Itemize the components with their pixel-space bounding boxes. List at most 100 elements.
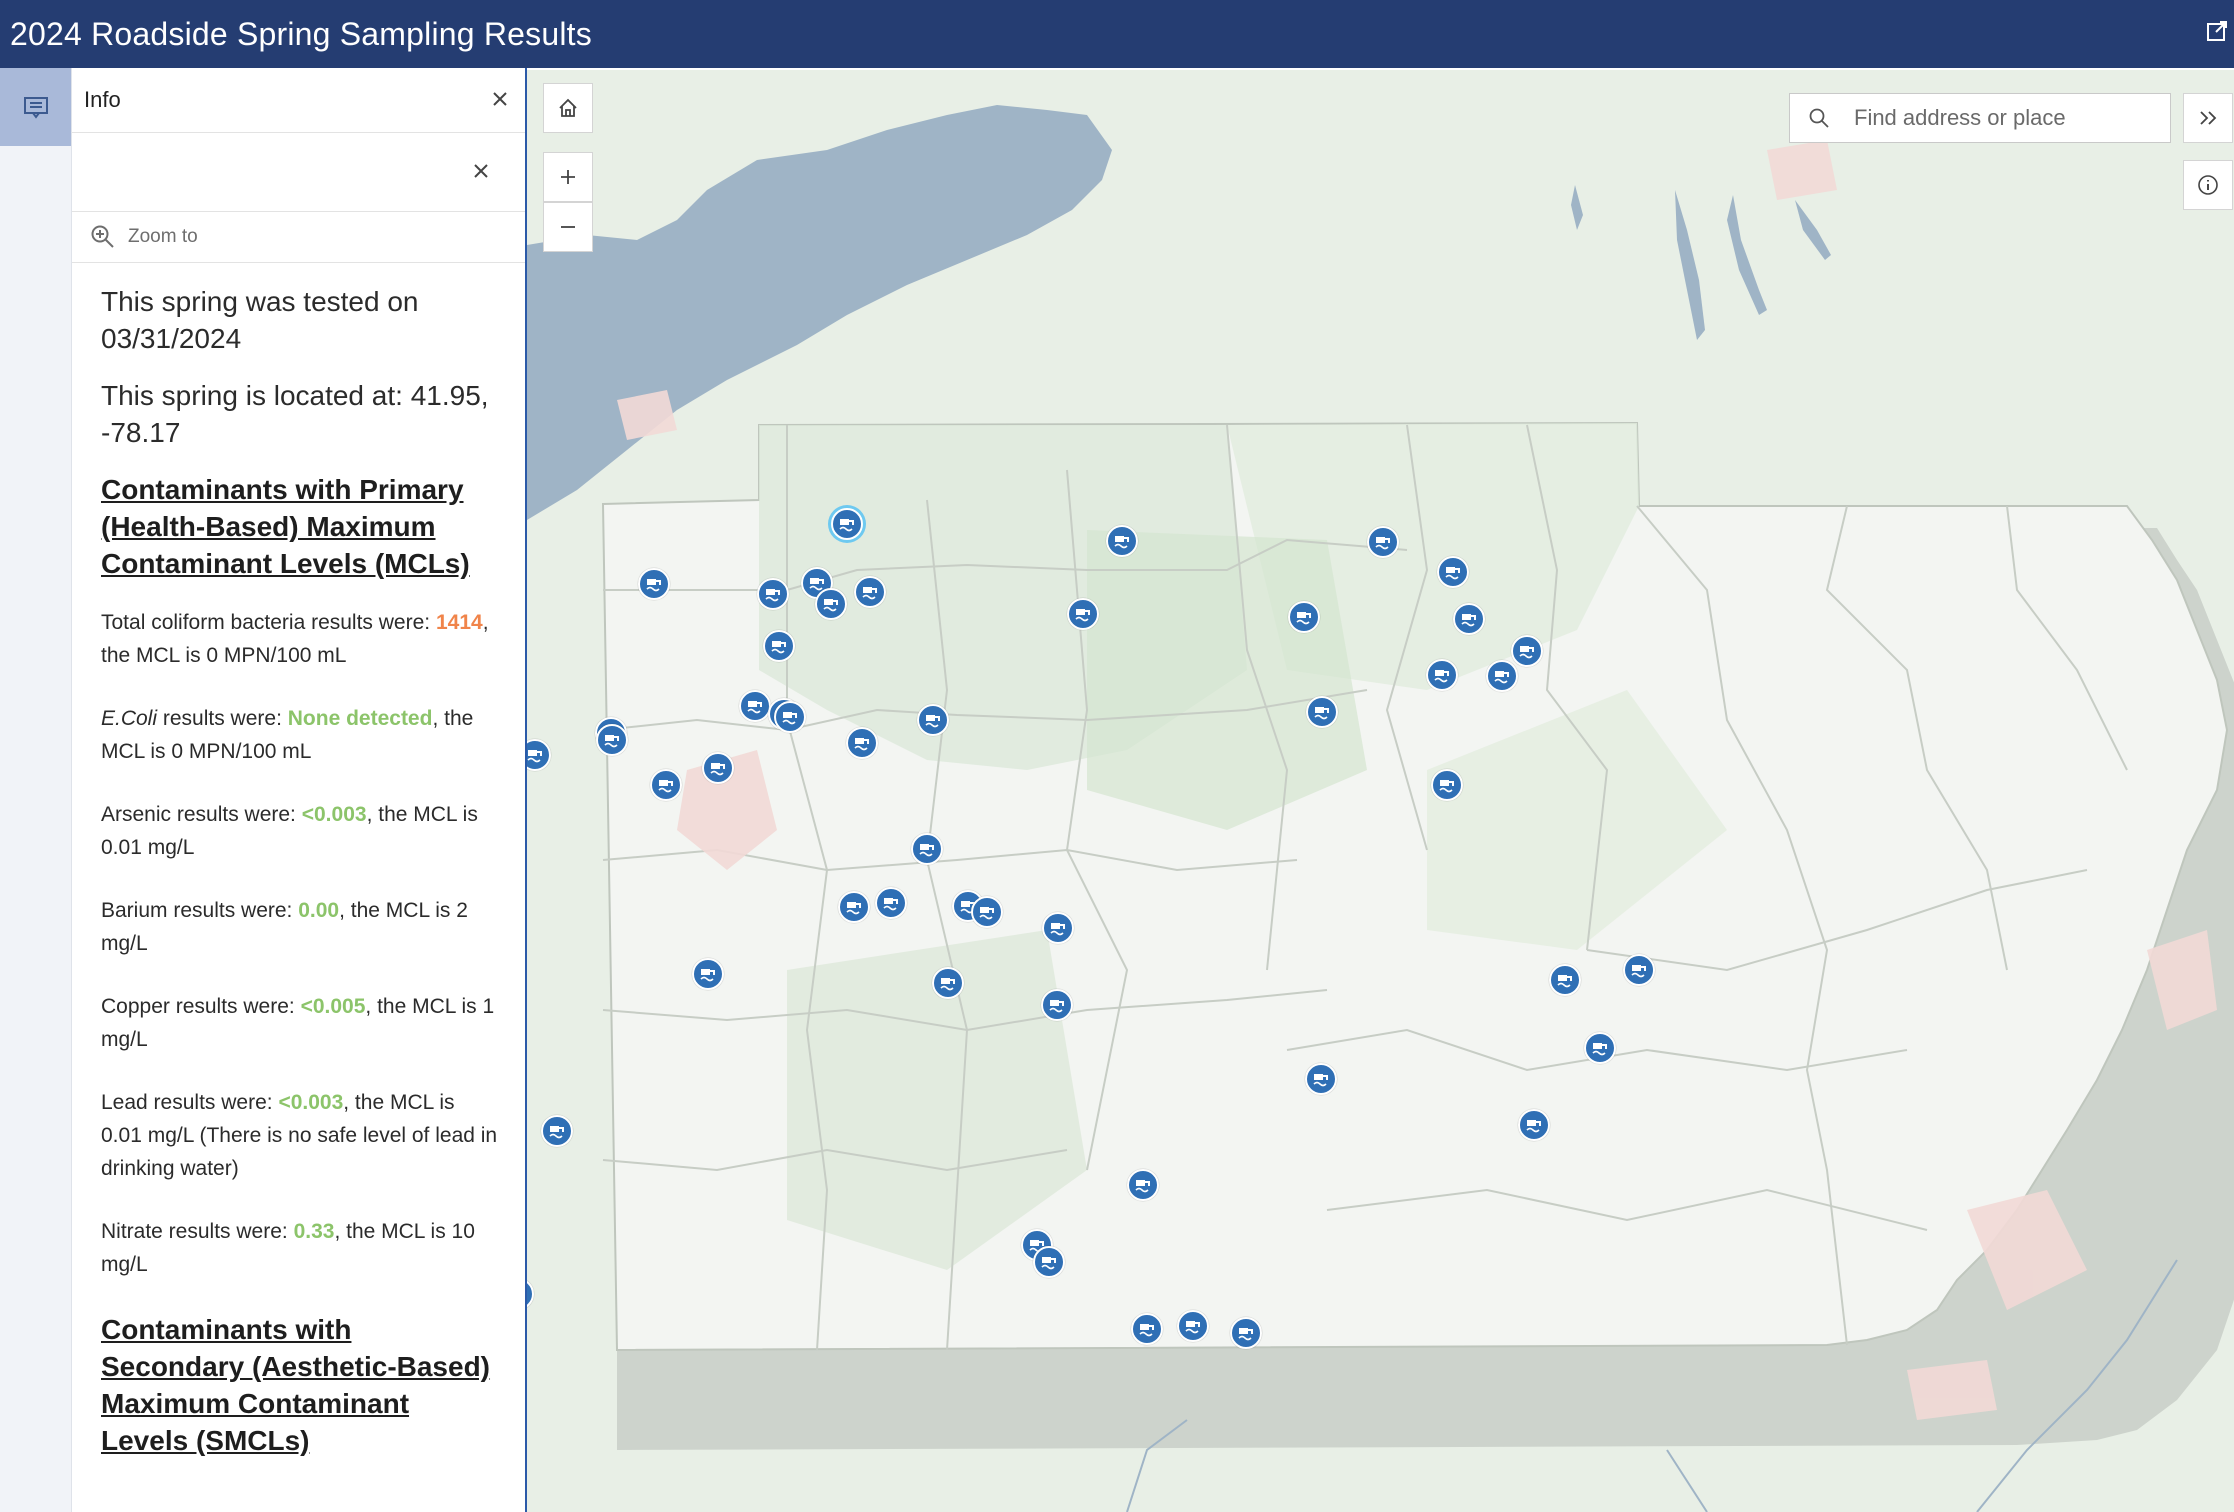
share-icon[interactable] bbox=[2204, 18, 2230, 44]
spring-marker-icon bbox=[979, 907, 994, 920]
spring-marker[interactable] bbox=[650, 769, 682, 801]
close-feature-icon[interactable] bbox=[471, 161, 491, 181]
spring-marker[interactable] bbox=[1042, 912, 1074, 944]
panel-title: Info bbox=[84, 87, 121, 112]
spring-marker[interactable] bbox=[739, 690, 771, 722]
spring-marker-icon bbox=[658, 780, 673, 793]
result-label: Lead results were: bbox=[101, 1091, 279, 1114]
spring-marker[interactable] bbox=[763, 630, 795, 662]
primary-mcl-heading: Contaminants with Primary (Health-Based)… bbox=[101, 474, 470, 579]
spring-marker[interactable] bbox=[1584, 1032, 1616, 1064]
spring-marker[interactable] bbox=[692, 958, 724, 990]
home-button[interactable] bbox=[543, 83, 593, 133]
spring-marker[interactable] bbox=[1511, 635, 1543, 667]
zoom-in-button[interactable] bbox=[543, 152, 593, 202]
close-icon[interactable] bbox=[489, 88, 511, 110]
spring-marker-icon bbox=[765, 589, 780, 602]
search-input[interactable] bbox=[1852, 104, 2156, 132]
spring-marker[interactable] bbox=[1106, 525, 1138, 557]
spring-marker[interactable] bbox=[911, 833, 943, 865]
spring-marker[interactable] bbox=[1623, 954, 1655, 986]
tested-date-text: This spring was tested on 03/31/2024 bbox=[101, 286, 419, 354]
spring-marker-icon bbox=[1461, 614, 1476, 627]
spring-marker[interactable] bbox=[971, 896, 1003, 928]
expand-icon bbox=[2200, 111, 2217, 125]
spring-marker[interactable] bbox=[831, 508, 863, 540]
spring-marker[interactable] bbox=[1453, 603, 1485, 635]
zoom-in-icon bbox=[561, 170, 575, 184]
result-label: Total coliform bacteria results were: bbox=[101, 611, 436, 634]
zoom-out-button[interactable] bbox=[543, 202, 593, 252]
spring-marker[interactable] bbox=[854, 576, 886, 608]
app-header: 2024 Roadside Spring Sampling Results bbox=[0, 0, 2234, 68]
info-button[interactable] bbox=[2183, 160, 2233, 210]
spring-marker-icon bbox=[1439, 780, 1454, 793]
result-label: Arsenic results were: bbox=[101, 803, 302, 826]
spring-marker[interactable] bbox=[1177, 1310, 1209, 1342]
spring-marker[interactable] bbox=[917, 704, 949, 736]
spring-marker[interactable] bbox=[1549, 964, 1581, 996]
spring-marker[interactable] bbox=[1426, 659, 1458, 691]
result-label: Barium results were: bbox=[101, 899, 299, 922]
spring-marker[interactable] bbox=[846, 727, 878, 759]
spring-marker[interactable] bbox=[638, 568, 670, 600]
spring-marker[interactable] bbox=[1486, 660, 1518, 692]
spring-marker-icon bbox=[747, 701, 762, 714]
spring-marker[interactable] bbox=[1518, 1109, 1550, 1141]
spring-marker[interactable] bbox=[1288, 601, 1320, 633]
basemap bbox=[527, 70, 2234, 1512]
info-action-button[interactable] bbox=[0, 68, 71, 146]
spring-marker[interactable] bbox=[1431, 769, 1463, 801]
spring-marker-icon bbox=[1041, 1257, 1056, 1270]
result-item: Barium results were: 0.00, the MCL is 2 … bbox=[101, 894, 499, 960]
spring-marker-icon bbox=[854, 738, 869, 751]
spring-marker[interactable] bbox=[1437, 556, 1469, 588]
result-value: None detected bbox=[287, 707, 433, 730]
result-label: results were: bbox=[157, 707, 288, 730]
info-panel: Info Zoom to This spring was tested on 0… bbox=[72, 68, 527, 1512]
spring-marker[interactable] bbox=[1306, 696, 1338, 728]
spring-marker[interactable] bbox=[1033, 1246, 1065, 1278]
spring-marker[interactable] bbox=[838, 891, 870, 923]
result-item: Nitrate results were: 0.33, the MCL is 1… bbox=[101, 1215, 499, 1281]
spring-marker[interactable] bbox=[757, 578, 789, 610]
result-italic-label: E.Coli bbox=[101, 707, 158, 730]
result-value: <0.005 bbox=[300, 995, 366, 1018]
result-label: Nitrate results were: bbox=[101, 1220, 294, 1243]
spring-marker-icon bbox=[1557, 975, 1572, 988]
spring-marker-icon bbox=[1049, 1000, 1064, 1013]
spring-marker-icon bbox=[925, 715, 940, 728]
app-title: 2024 Roadside Spring Sampling Results bbox=[10, 15, 592, 52]
spring-marker[interactable] bbox=[596, 724, 628, 756]
results-list: Total coliform bacteria results were: 14… bbox=[101, 606, 499, 1281]
map-view[interactable] bbox=[527, 70, 2234, 1512]
spring-marker-icon bbox=[883, 898, 898, 911]
result-value: <0.003 bbox=[278, 1091, 344, 1114]
spring-marker[interactable] bbox=[875, 887, 907, 919]
zoom-to-button[interactable]: Zoom to bbox=[72, 212, 525, 263]
spring-marker[interactable] bbox=[1041, 989, 1073, 1021]
spring-marker-icon bbox=[1050, 923, 1065, 936]
popup-content: This spring was tested on 03/31/2024 Thi… bbox=[72, 263, 525, 1459]
spring-marker-icon bbox=[862, 587, 877, 600]
search-widget bbox=[1789, 93, 2171, 143]
expand-button[interactable] bbox=[2183, 93, 2233, 143]
result-item: Total coliform bacteria results were: 14… bbox=[101, 606, 499, 672]
result-value: 0.00 bbox=[298, 899, 340, 922]
spring-marker[interactable] bbox=[815, 588, 847, 620]
spring-marker-icon bbox=[1238, 1328, 1253, 1341]
spring-marker[interactable] bbox=[1230, 1317, 1262, 1349]
spring-marker-icon bbox=[1526, 1120, 1541, 1133]
spring-marker[interactable] bbox=[1367, 526, 1399, 558]
location-text: This spring is located at: 41.95, -78.17 bbox=[101, 380, 489, 448]
spring-marker[interactable] bbox=[932, 967, 964, 999]
search-icon bbox=[1809, 108, 1829, 128]
spring-marker[interactable] bbox=[1127, 1169, 1159, 1201]
spring-marker[interactable] bbox=[541, 1115, 573, 1147]
spring-marker[interactable] bbox=[1305, 1063, 1337, 1095]
spring-marker[interactable] bbox=[1131, 1313, 1163, 1345]
spring-marker[interactable] bbox=[774, 701, 806, 733]
spring-marker[interactable] bbox=[702, 752, 734, 784]
spring-marker-icon bbox=[1592, 1043, 1607, 1056]
spring-marker[interactable] bbox=[1067, 598, 1099, 630]
